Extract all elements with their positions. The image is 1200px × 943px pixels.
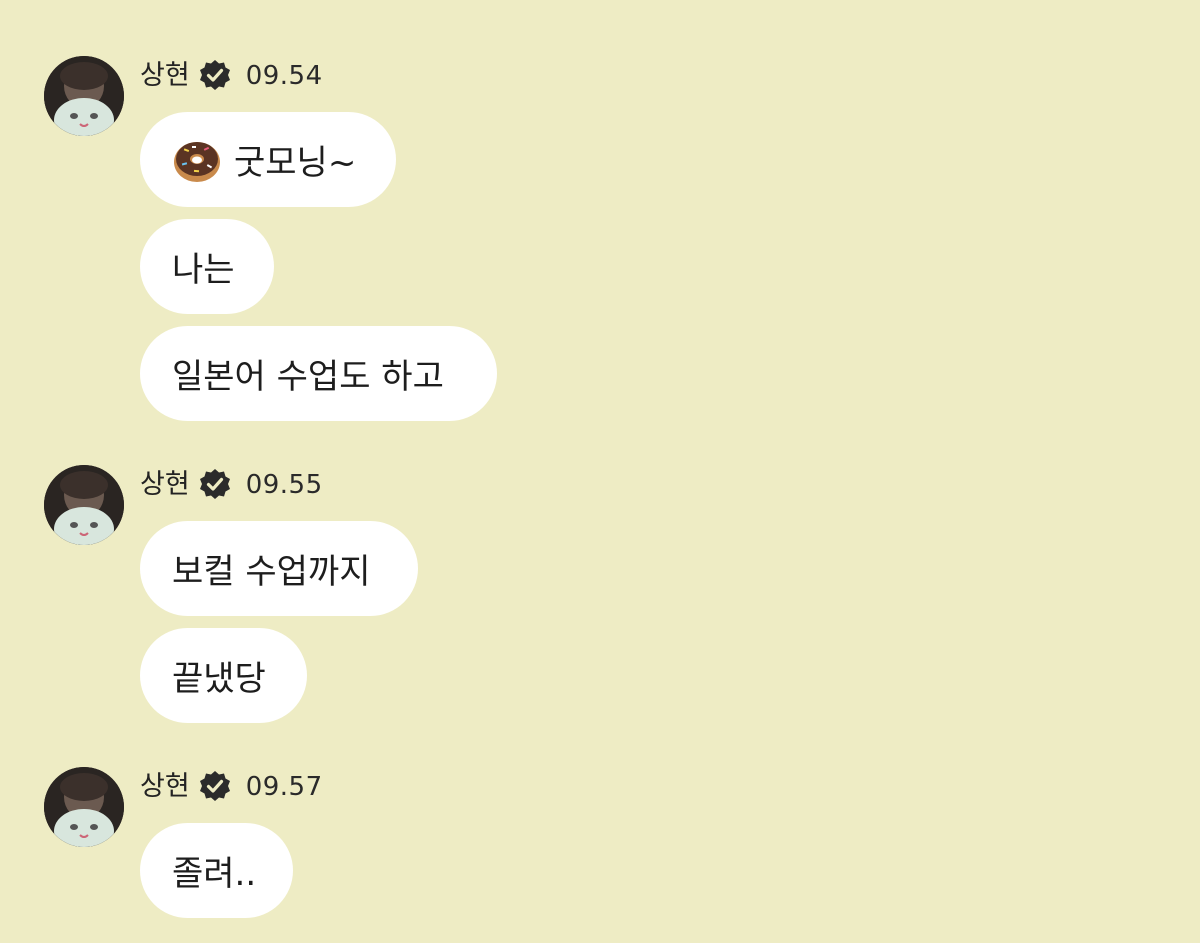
message-bubble[interactable]: 일본어 수업도 하고 — [140, 326, 497, 421]
message-text: 일본어 수업도 하고 — [172, 357, 444, 397]
timestamp: 09.57 — [245, 772, 323, 802]
message-bubble[interactable]: 끝냈당 — [140, 628, 307, 723]
chat-thread: 상현 09.54 굿모닝~ 나는 일본어 수업도 하고 상현 09.55 보컬 … — [0, 0, 1200, 943]
message-bubble[interactable]: 굿모닝~ — [140, 112, 396, 207]
message-bubble[interactable]: 나는 — [140, 219, 274, 314]
message-bubble[interactable]: 졸려.. — [140, 823, 293, 918]
message-text: 끝냈당 — [172, 659, 266, 699]
sender-name[interactable]: 상현 — [140, 769, 190, 805]
timestamp: 09.55 — [245, 470, 323, 500]
message-group: 상현 09.57 졸려.. — [0, 767, 1200, 927]
verified-badge-icon — [198, 770, 232, 804]
message-text: 나는 — [172, 250, 235, 290]
timestamp: 09.54 — [245, 61, 323, 91]
message-group: 상현 09.55 보컬 수업까지 끝냈당 — [0, 465, 1200, 725]
avatar[interactable] — [44, 56, 124, 136]
avatar[interactable] — [44, 465, 124, 545]
message-header: 상현 09.55 — [140, 467, 323, 503]
message-text: 보컬 수업까지 — [172, 552, 371, 592]
sender-name[interactable]: 상현 — [140, 58, 190, 94]
sender-name[interactable]: 상현 — [140, 467, 190, 503]
message-group: 상현 09.54 굿모닝~ 나는 일본어 수업도 하고 — [0, 56, 1200, 426]
verified-badge-icon — [198, 468, 232, 502]
message-header: 상현 09.57 — [140, 769, 323, 805]
donut-icon — [172, 135, 222, 185]
message-bubble[interactable]: 보컬 수업까지 — [140, 521, 418, 616]
message-text: 굿모닝~ — [234, 143, 357, 183]
verified-badge-icon — [198, 59, 232, 93]
message-text: 졸려.. — [172, 854, 257, 894]
message-header: 상현 09.54 — [140, 58, 323, 94]
avatar[interactable] — [44, 767, 124, 847]
